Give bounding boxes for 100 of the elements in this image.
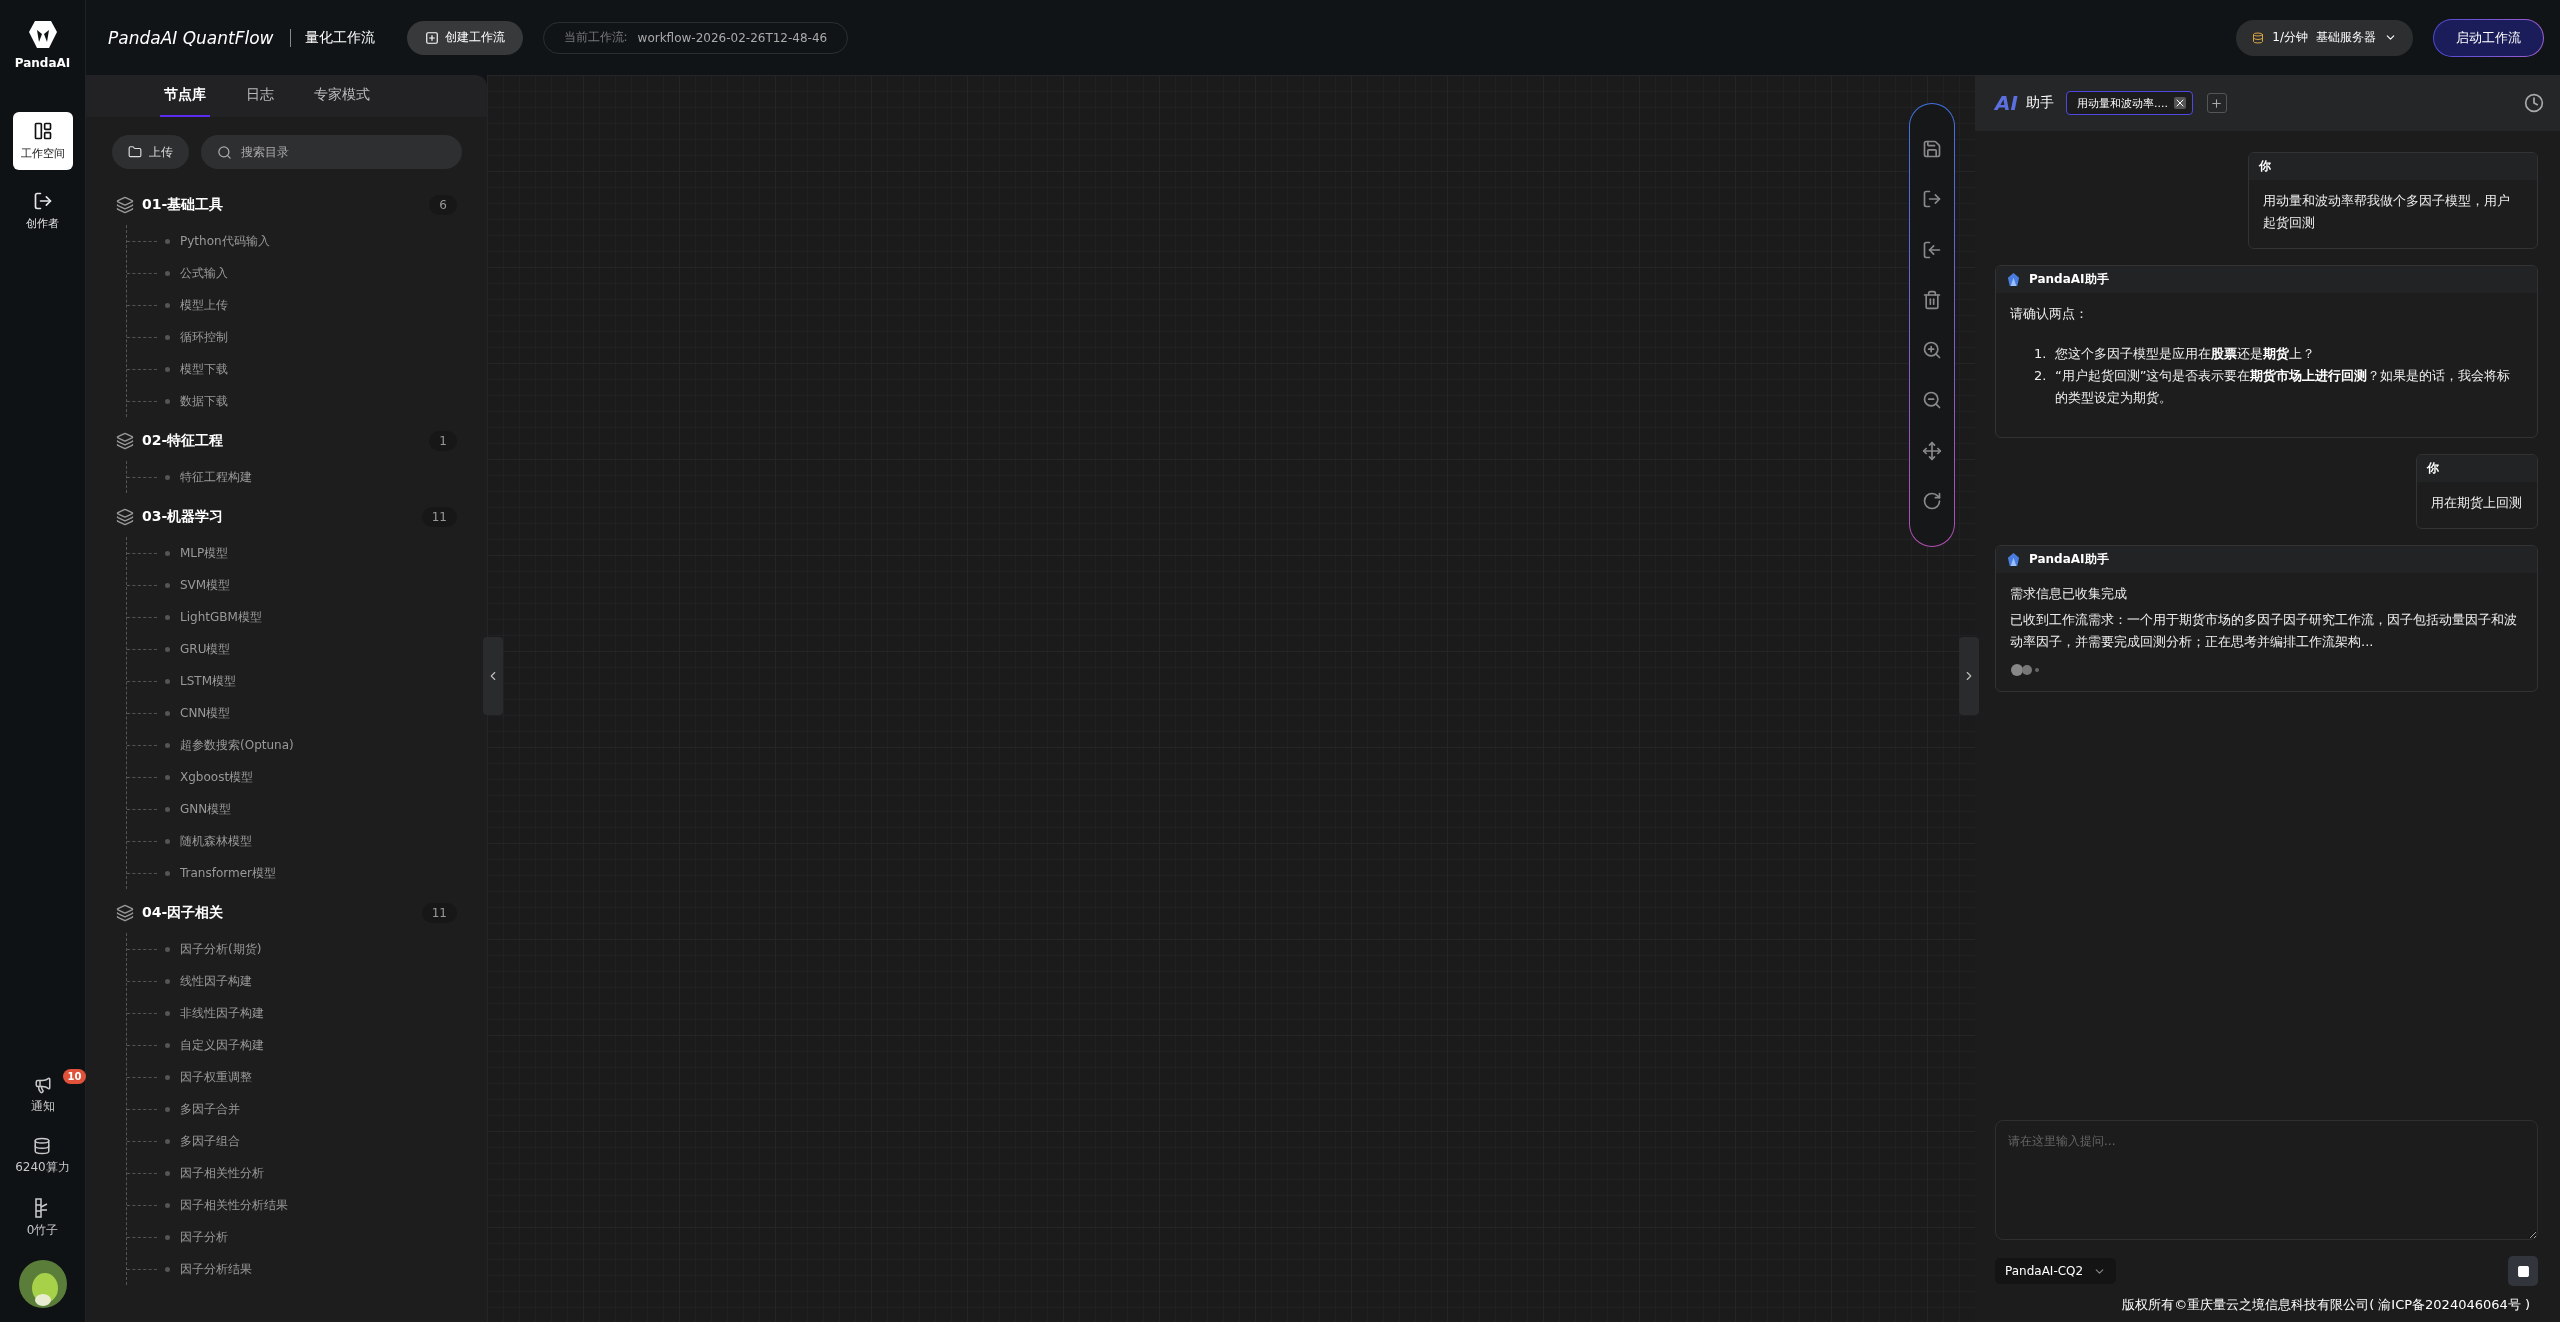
category-header[interactable]: 01-基础工具 6 bbox=[112, 185, 457, 225]
tree-item[interactable]: 模型上传 bbox=[127, 289, 228, 321]
tree-item[interactable]: 数据下载 bbox=[127, 385, 228, 417]
tree-item[interactable]: 因子相关性分析 bbox=[127, 1157, 264, 1189]
plus-square-icon bbox=[424, 30, 439, 45]
save-button[interactable] bbox=[1922, 139, 1942, 160]
tree-item[interactable]: 因子相关性分析结果 bbox=[127, 1189, 288, 1221]
category-title: 03-机器学习 bbox=[142, 508, 225, 526]
zoom-out-icon bbox=[1922, 390, 1942, 411]
fit-view-button[interactable] bbox=[1922, 440, 1942, 461]
message-author: PandaAI助手 bbox=[2029, 271, 2109, 288]
session-tab[interactable]: 用动量和波动率.... bbox=[2065, 91, 2193, 115]
tree-item[interactable]: 因子分析 bbox=[127, 1221, 228, 1253]
tree-item[interactable]: 线性因子构建 bbox=[127, 965, 252, 997]
message-author: 你 bbox=[2259, 158, 2271, 175]
layers-icon bbox=[116, 432, 134, 450]
assistant-title: 助手 bbox=[2025, 94, 2054, 112]
question-input[interactable]: 请在这里输入提问... bbox=[1995, 1120, 2538, 1240]
import-button[interactable] bbox=[1922, 239, 1942, 260]
server-dropdown[interactable]: 1/分钟 基础服务器 bbox=[2236, 19, 2413, 56]
nav-item[interactable]: 6240算力 bbox=[9, 1136, 76, 1177]
megaphone-icon bbox=[33, 1076, 52, 1094]
message-text: 已收到工作流需求：一个用于期货市场的多因子因子研究工作流，因子包括动量因子和波动率因子，并需要完成回测分析；正在思考并编排工作流架构... bbox=[2010, 611, 2518, 651]
copyright-text: 版权所有©重庆量云之境信息科技有限公司( 渝ICP备2024046064号 ) bbox=[2121, 1296, 2531, 1314]
tree-item[interactable]: LightGBM模型 bbox=[127, 601, 262, 633]
tree-item[interactable]: 因子分析(期货) bbox=[127, 933, 262, 965]
field-label: 当前工作流: bbox=[563, 29, 628, 46]
move-icon bbox=[1922, 440, 1942, 461]
count-badge: 11 bbox=[421, 507, 457, 527]
category-title: 02-特征工程 bbox=[142, 432, 225, 450]
new-session-button[interactable] bbox=[2206, 93, 2227, 113]
category-header[interactable]: 04-因子相关 11 bbox=[112, 893, 457, 933]
layout-icon bbox=[32, 121, 53, 141]
tree-item[interactable]: 非线性因子构建 bbox=[127, 997, 264, 1029]
category-title: 04-因子相关 bbox=[142, 904, 225, 922]
tree-item[interactable]: MLP模型 bbox=[127, 537, 229, 569]
tree-item[interactable]: LSTM模型 bbox=[127, 665, 236, 697]
list-item: “用户起货回测”这句是否表示要在期货市场上进行回测？如果是的话，我会将标的类型设定为期货。 bbox=[2055, 367, 2512, 407]
export-button[interactable] bbox=[1922, 189, 1942, 210]
field-value: workflow-2026-02-26T12-48-46 bbox=[637, 30, 828, 45]
tree-item[interactable]: GRU模型 bbox=[127, 633, 231, 665]
layers-icon bbox=[116, 904, 134, 922]
model-dropdown[interactable]: PandaAI-CQ2 bbox=[1995, 1258, 2117, 1284]
tree-item[interactable]: Transformer模型 bbox=[127, 857, 276, 889]
tree-item[interactable]: 自定义因子构建 bbox=[127, 1029, 264, 1061]
bot-avatar-icon bbox=[2006, 272, 2021, 287]
nav-item[interactable]: 工作空间 bbox=[12, 112, 73, 170]
tree-item[interactable]: 特征工程构建 bbox=[127, 461, 252, 493]
nav-item[interactable]: 创作者 bbox=[12, 182, 73, 240]
database-icon bbox=[33, 1137, 52, 1155]
message-text: 请确认两点： bbox=[2010, 305, 2089, 323]
bot-avatar-icon bbox=[2006, 552, 2021, 567]
plus-icon bbox=[2210, 96, 2224, 110]
panel-tab[interactable]: 节点库 bbox=[159, 75, 210, 117]
exit-icon bbox=[32, 191, 53, 211]
layers-icon bbox=[116, 196, 134, 214]
upload-button[interactable]: 上传 bbox=[112, 135, 189, 169]
coin-icon bbox=[2252, 31, 2265, 44]
folder-icon bbox=[128, 145, 142, 159]
panel-tab[interactable]: 专家模式 bbox=[309, 75, 374, 117]
category-header[interactable]: 02-特征工程 1 bbox=[112, 421, 457, 461]
search-field[interactable]: 搜索目录 bbox=[201, 135, 462, 169]
refresh-button[interactable] bbox=[1922, 490, 1942, 511]
tree-item[interactable]: 因子权重调整 bbox=[127, 1061, 252, 1093]
create-workflow-button[interactable]: 创建工作流 bbox=[406, 20, 523, 55]
count-badge: 1 bbox=[429, 431, 457, 451]
nav-item[interactable]: 0竹子 bbox=[20, 1197, 65, 1240]
zoom-out-button[interactable] bbox=[1922, 390, 1942, 411]
category-title: 01-基础工具 bbox=[142, 196, 225, 214]
count-badge: 11 bbox=[421, 903, 457, 923]
logo-text: PandaAI bbox=[14, 56, 71, 70]
tree-item[interactable]: CNN模型 bbox=[127, 697, 231, 729]
tree-item[interactable]: 模型下载 bbox=[127, 353, 228, 385]
zoom-in-button[interactable] bbox=[1922, 340, 1942, 361]
tree-item[interactable]: 随机森林模型 bbox=[127, 825, 252, 857]
panel-tab[interactable]: 日志 bbox=[241, 75, 278, 117]
list-number: 2. bbox=[2034, 367, 2048, 385]
stop-button[interactable] bbox=[2508, 1256, 2538, 1286]
ai-logo: AI bbox=[1995, 91, 2018, 115]
tree-item[interactable]: 多因子组合 bbox=[127, 1125, 240, 1157]
trash-icon bbox=[1922, 289, 1942, 310]
message-author: PandaAI助手 bbox=[2029, 551, 2109, 568]
message-text: 用在期货上回测 bbox=[2431, 494, 2522, 512]
tree-item[interactable]: Python代码输入 bbox=[127, 225, 270, 257]
tree-item[interactable]: Xgboost模型 bbox=[127, 761, 254, 793]
history-button[interactable] bbox=[2524, 93, 2544, 113]
delete-button[interactable] bbox=[1922, 289, 1942, 310]
count-badge: 6 bbox=[429, 195, 457, 215]
tree-item[interactable]: GNN模型 bbox=[127, 793, 232, 825]
clock-icon bbox=[2524, 93, 2544, 113]
tree-item[interactable]: 因子分析结果 bbox=[127, 1253, 252, 1285]
tree-item[interactable]: SVM模型 bbox=[127, 569, 231, 601]
category-header[interactable]: 03-机器学习 11 bbox=[112, 497, 457, 537]
tree-item[interactable]: 循环控制 bbox=[127, 321, 228, 353]
start-workflow-button[interactable]: 启动工作流 bbox=[2433, 18, 2544, 57]
tree-item[interactable]: 多因子合并 bbox=[127, 1093, 240, 1125]
tree-item[interactable]: 超参数搜索(Optuna) bbox=[127, 729, 294, 761]
user-avatar[interactable] bbox=[18, 1260, 67, 1308]
app-subtitle: 量化工作流 bbox=[289, 28, 375, 47]
tree-item[interactable]: 公式输入 bbox=[127, 257, 228, 289]
